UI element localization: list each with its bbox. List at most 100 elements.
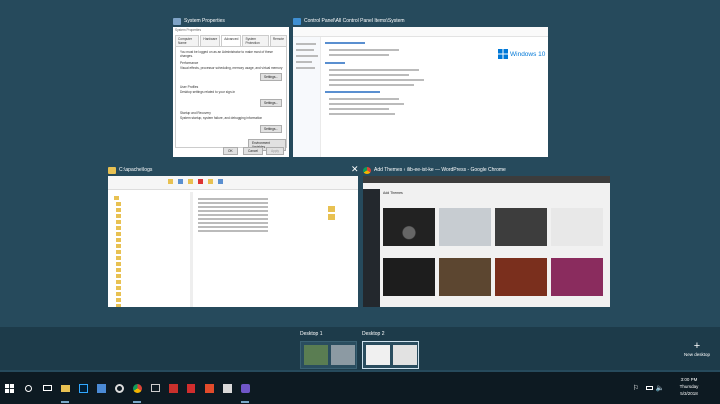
apply-button[interactable]: Apply bbox=[266, 147, 284, 155]
theme-thumbnail[interactable] bbox=[439, 208, 491, 246]
nav-link[interactable] bbox=[296, 49, 314, 51]
folder-icon bbox=[116, 286, 121, 290]
ribbon[interactable] bbox=[108, 176, 358, 190]
folder-icon[interactable] bbox=[328, 214, 335, 220]
windows-start-icon bbox=[4, 383, 14, 393]
taskbar-app[interactable] bbox=[200, 372, 218, 404]
app-icon bbox=[96, 383, 106, 393]
folder-icon bbox=[108, 166, 116, 174]
nav-link[interactable] bbox=[296, 43, 316, 45]
desktop-1-thumbnail[interactable] bbox=[300, 341, 357, 369]
tab-system-protection[interactable]: System Protection bbox=[242, 35, 269, 46]
performance-desc: Visual effects, processor scheduling, me… bbox=[180, 66, 283, 70]
user-profiles-settings-button[interactable]: Settings... bbox=[260, 99, 283, 107]
file-row[interactable] bbox=[198, 230, 268, 232]
theme-thumbnail[interactable] bbox=[383, 258, 435, 296]
theme-thumbnail[interactable] bbox=[551, 208, 603, 246]
taskbar-app[interactable] bbox=[110, 372, 128, 404]
folder-icon bbox=[116, 304, 121, 307]
taskbar-app[interactable] bbox=[146, 372, 164, 404]
folder-icon bbox=[116, 298, 121, 302]
folder-icon bbox=[116, 208, 121, 212]
address-bar[interactable] bbox=[293, 27, 548, 37]
task-view-button[interactable] bbox=[38, 372, 56, 404]
search-button[interactable] bbox=[18, 372, 38, 404]
file-row[interactable] bbox=[198, 202, 268, 204]
folder-icon bbox=[116, 214, 121, 218]
folder-icon bbox=[116, 220, 121, 224]
tab-hardware[interactable]: Hardware bbox=[200, 35, 221, 46]
control-panel-window[interactable]: Control Panel\All Control Panel Items\Sy… bbox=[293, 15, 548, 157]
folder-icon bbox=[116, 238, 121, 242]
nav-link[interactable] bbox=[296, 61, 312, 63]
file-row[interactable] bbox=[198, 214, 268, 216]
chrome-icon bbox=[132, 383, 142, 393]
ribbon-icon[interactable] bbox=[188, 179, 193, 184]
clock-time: 3:00 PM bbox=[680, 377, 698, 382]
folder-icon[interactable] bbox=[328, 206, 335, 212]
taskbar-photoshop[interactable] bbox=[74, 372, 92, 404]
taskbar-chrome[interactable] bbox=[128, 372, 146, 404]
startup-settings-button[interactable]: Settings... bbox=[260, 125, 283, 133]
close-icon[interactable]: ✕ bbox=[351, 165, 359, 174]
folder-icon bbox=[116, 232, 121, 236]
file-row[interactable] bbox=[198, 222, 268, 224]
clock[interactable]: 3:00 PM Thursday 5/3/2018 bbox=[670, 376, 708, 397]
window-body: Add Themes bbox=[363, 176, 610, 307]
info-row bbox=[329, 113, 395, 115]
ok-button[interactable]: OK bbox=[223, 147, 238, 155]
file-row[interactable] bbox=[198, 226, 268, 228]
theme-thumbnail[interactable] bbox=[383, 208, 435, 246]
file-row[interactable] bbox=[198, 198, 268, 200]
theme-thumbnail[interactable] bbox=[495, 208, 547, 246]
ribbon-icon[interactable] bbox=[178, 179, 183, 184]
window-body: System Properties Computer Name Hardware… bbox=[173, 27, 289, 157]
ribbon-icon[interactable] bbox=[208, 179, 213, 184]
taskbar-app[interactable] bbox=[164, 372, 182, 404]
windows-flag-icon bbox=[498, 49, 508, 59]
desktop-1-label: Desktop 1 bbox=[300, 331, 323, 337]
info-row bbox=[329, 54, 389, 56]
folder-icon bbox=[116, 250, 121, 254]
desktop-2-thumbnail[interactable] bbox=[362, 341, 419, 369]
volume-tray-button[interactable]: 🔈 bbox=[654, 372, 666, 404]
system-properties-window[interactable]: System Properties System Properties Comp… bbox=[173, 15, 289, 157]
navigation-pane[interactable] bbox=[108, 192, 192, 307]
file-row[interactable] bbox=[198, 218, 268, 220]
tab-remote[interactable]: Remote bbox=[269, 35, 287, 46]
start-button[interactable] bbox=[0, 372, 18, 404]
tab-advanced[interactable]: Advanced bbox=[221, 35, 242, 46]
tab-bar[interactable] bbox=[363, 176, 610, 183]
chrome-window[interactable]: Add Themes ‹ ilib-ee-ist-ke — WordPress … bbox=[363, 164, 610, 307]
theme-thumbnail[interactable] bbox=[551, 258, 603, 296]
explorer-window[interactable]: C:\apache\logs ✕ bbox=[108, 164, 359, 307]
taskbar-file-explorer[interactable] bbox=[56, 372, 74, 404]
tab-computer-name[interactable]: Computer Name bbox=[175, 35, 200, 46]
wp-admin-sidebar[interactable] bbox=[363, 189, 380, 307]
nav-link[interactable] bbox=[296, 67, 315, 69]
file-row[interactable] bbox=[198, 206, 268, 208]
ribbon-icon[interactable] bbox=[218, 179, 223, 184]
theme-thumbnail[interactable] bbox=[495, 258, 547, 296]
taskbar-app[interactable] bbox=[92, 372, 110, 404]
system-properties-icon bbox=[173, 17, 181, 25]
taskbar-app[interactable] bbox=[218, 372, 236, 404]
theme-thumbnail[interactable] bbox=[439, 258, 491, 296]
network-tray-button[interactable]: ⚐ bbox=[630, 372, 642, 404]
window-title: System Properties bbox=[184, 18, 225, 24]
task-view-icon bbox=[42, 385, 52, 391]
cancel-button[interactable]: Cancel bbox=[243, 147, 263, 155]
ribbon-icon[interactable] bbox=[168, 179, 173, 184]
file-row[interactable] bbox=[198, 210, 268, 212]
themes-grid bbox=[380, 196, 610, 307]
performance-settings-button[interactable]: Settings... bbox=[260, 73, 283, 81]
nav-link[interactable] bbox=[296, 55, 318, 57]
nav-scrollbar[interactable] bbox=[190, 192, 193, 307]
taskbar-app[interactable] bbox=[236, 372, 254, 404]
startup-desc: System startup, system failure, and debu… bbox=[180, 116, 263, 120]
chrome-icon bbox=[363, 166, 371, 174]
info-row bbox=[329, 74, 409, 76]
ribbon-icon[interactable] bbox=[198, 179, 203, 184]
new-desktop-button[interactable]: + New desktop bbox=[680, 341, 714, 358]
taskbar-acrobat[interactable] bbox=[182, 372, 200, 404]
